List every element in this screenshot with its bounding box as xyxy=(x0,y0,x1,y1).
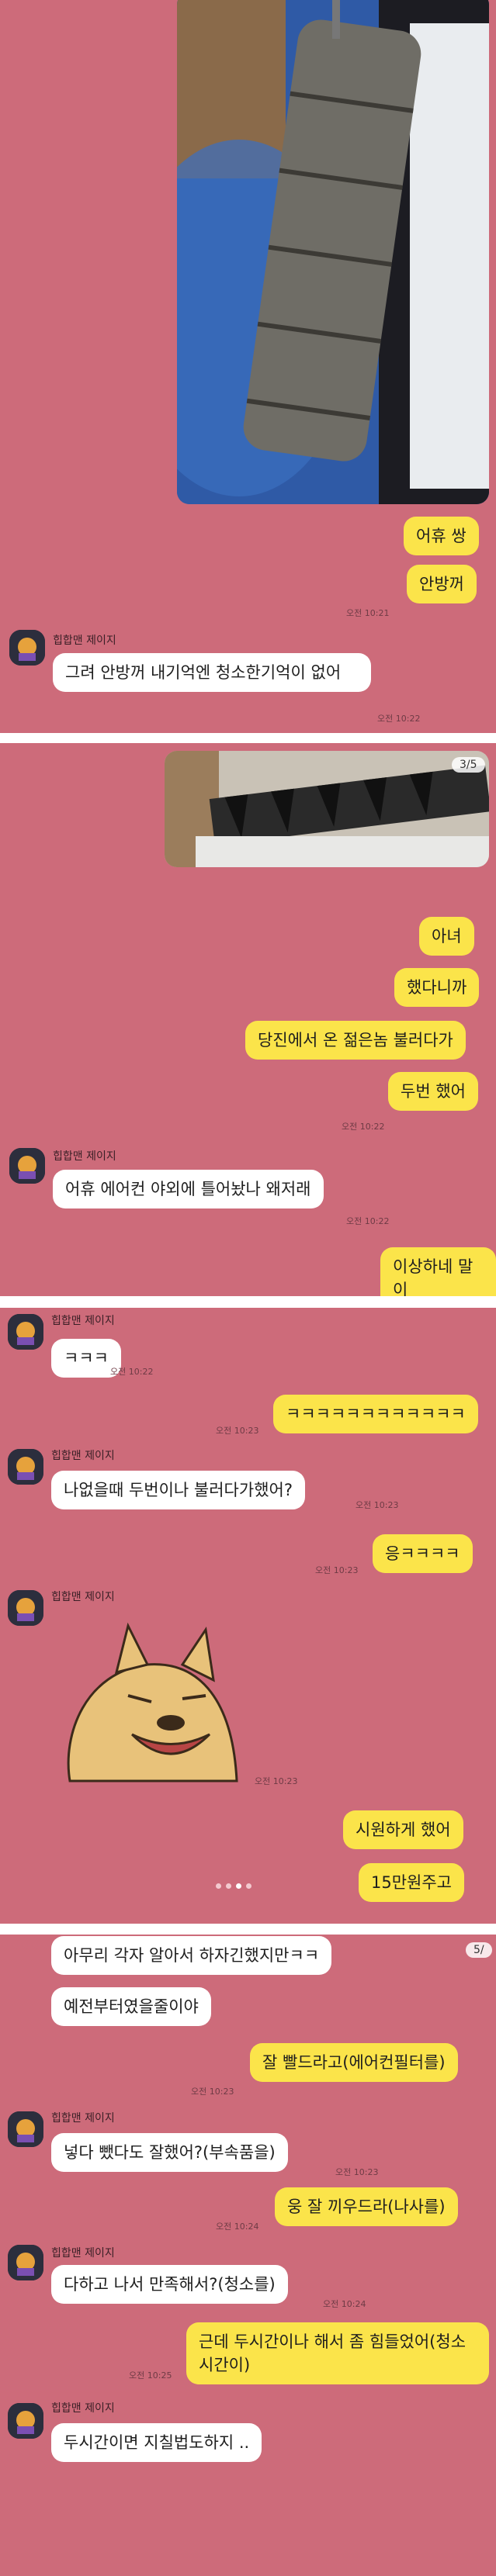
my-message-bubble[interactable]: 웅 잘 끼우드라(나사를) xyxy=(275,2187,458,2226)
sender-name: 힙합맨 제이지 xyxy=(51,1315,115,1327)
sender-name: 힙합맨 제이지 xyxy=(51,1450,115,1462)
their-message-bubble[interactable]: 그려 안방꺼 내기억엔 청소한기억이 없어 xyxy=(53,653,371,692)
dog-sticker-image xyxy=(67,1622,238,1782)
my-message-bubble[interactable]: 당진에서 온 젊은놈 불러다가 xyxy=(245,1021,466,1060)
sender-name: 힙합맨 제이지 xyxy=(51,2247,115,2260)
my-message-bubble[interactable]: 두번 했어 xyxy=(388,1072,478,1111)
my-message-bubble[interactable]: 응ㅋㅋㅋㅋ xyxy=(373,1534,473,1573)
carousel-dots xyxy=(216,1883,251,1889)
sender-name: 힙합맨 제이지 xyxy=(53,1150,116,1163)
my-message-bubble[interactable]: 이상하네 말이 xyxy=(380,1247,496,1296)
chat-screenshot-2: 3/5 아녀 했다니까 당진에서 온 젊은놈 불러다가 두번 했어 오전 10:… xyxy=(0,743,496,1296)
my-message-bubble[interactable]: 잘 빨드라고(에어컨필터를) xyxy=(250,2043,458,2082)
carousel-dot[interactable] xyxy=(216,1883,221,1889)
message-time: 오전 10:23 xyxy=(335,2167,379,2177)
chat-screenshot-3: 힙합맨 제이지 ㅋㅋㅋ 오전 10:22 ㅋㅋㅋㅋㅋㅋㅋㅋㅋㅋㅋㅋ 오전 10:… xyxy=(0,1308,496,1924)
my-message-bubble[interactable]: 시원하게 했어 xyxy=(343,1810,463,1849)
sender-name: 힙합맨 제이지 xyxy=(53,634,116,647)
carousel-dot[interactable] xyxy=(246,1883,251,1889)
my-message-bubble[interactable]: 안방꺼 xyxy=(407,565,477,603)
my-message-bubble[interactable]: ㅋㅋㅋㅋㅋㅋㅋㅋㅋㅋㅋㅋ xyxy=(273,1395,478,1433)
their-message-bubble[interactable]: 어휴 에어컨 야외에 틀어놨나 왜저래 xyxy=(53,1170,324,1208)
message-time: 오전 10:23 xyxy=(356,1500,399,1510)
my-message-bubble[interactable]: 15만원주고 xyxy=(359,1863,465,1902)
their-message-bubble[interactable]: 다하고 나서 만족해서?(청소를) xyxy=(51,2265,288,2304)
carousel-dot-active[interactable] xyxy=(236,1883,241,1889)
my-message-bubble[interactable]: 아녀 xyxy=(419,917,474,956)
aircon-photo-image xyxy=(165,751,489,867)
sender-avatar[interactable] xyxy=(8,1590,43,1626)
carousel-dot[interactable] xyxy=(226,1883,231,1889)
sender-avatar[interactable] xyxy=(9,1148,45,1184)
sender-avatar[interactable] xyxy=(9,630,45,666)
image-page-counter: 3/5 xyxy=(452,757,485,773)
chat-screenshot-1: 어휴 쌍 안방꺼 오전 10:21 힙합맨 제이지 그려 안방꺼 내기억엔 청소… xyxy=(0,0,496,733)
photo-fan-cleaning[interactable] xyxy=(177,0,489,504)
my-message-bubble[interactable]: 근데 두시간이나 해서 좀 힘들었어(청소시간이) xyxy=(186,2322,489,2384)
my-message-bubble[interactable]: 했다니까 xyxy=(394,968,480,1007)
sender-name: 힙합맨 제이지 xyxy=(51,1591,115,1603)
sender-avatar[interactable] xyxy=(8,2245,43,2280)
sender-name: 힙합맨 제이지 xyxy=(51,2112,115,2125)
their-message-bubble[interactable]: 두시간이면 지칠법도하지 .. xyxy=(51,2423,262,2462)
message-time: 오전 10:25 xyxy=(129,2370,172,2381)
sender-avatar[interactable] xyxy=(8,2403,43,2439)
sender-avatar[interactable] xyxy=(8,2111,43,2147)
message-time: 오전 10:23 xyxy=(255,1776,298,1786)
message-time: 오전 10:22 xyxy=(377,714,421,724)
message-time: 오전 10:23 xyxy=(315,1565,359,1575)
their-message-bubble[interactable]: 나없을때 두번이나 불러다가했어? xyxy=(51,1471,305,1509)
message-time: 오전 10:21 xyxy=(346,608,390,618)
message-time: 오전 10:23 xyxy=(191,2087,234,2097)
my-message-bubble[interactable]: 어휴 쌍 xyxy=(404,517,479,555)
message-time: 오전 10:22 xyxy=(342,1122,385,1132)
their-message-bubble[interactable]: 아무리 각자 알아서 하자긴했지만ㅋㅋ xyxy=(51,1936,332,1975)
image-page-counter: 5/ xyxy=(466,1942,492,1958)
message-time: 오전 10:24 xyxy=(323,2299,366,2309)
sender-name: 힙합맨 제이지 xyxy=(51,2402,115,2415)
message-time: 오전 10:22 xyxy=(110,1367,154,1377)
dog-emoticon-sticker[interactable] xyxy=(54,1618,248,1789)
their-message-bubble[interactable]: 예전부터였을줄이야 xyxy=(51,1987,211,2026)
photo-aircon-fins[interactable] xyxy=(165,751,489,867)
their-message-bubble[interactable]: 넣다 뺐다도 잘했어?(부속품을) xyxy=(51,2133,288,2172)
message-time: 오전 10:24 xyxy=(216,2222,259,2232)
fan-photo-image xyxy=(177,0,489,504)
chat-screenshot-4: 아무리 각자 알아서 하자긴했지만ㅋㅋ 5/ 예전부터였을줄이야 잘 빨드라고(… xyxy=(0,1935,496,2576)
sender-avatar[interactable] xyxy=(8,1314,43,1350)
sender-avatar[interactable] xyxy=(8,1449,43,1485)
message-time: 오전 10:23 xyxy=(216,1426,259,1436)
message-time: 오전 10:22 xyxy=(346,1216,390,1226)
